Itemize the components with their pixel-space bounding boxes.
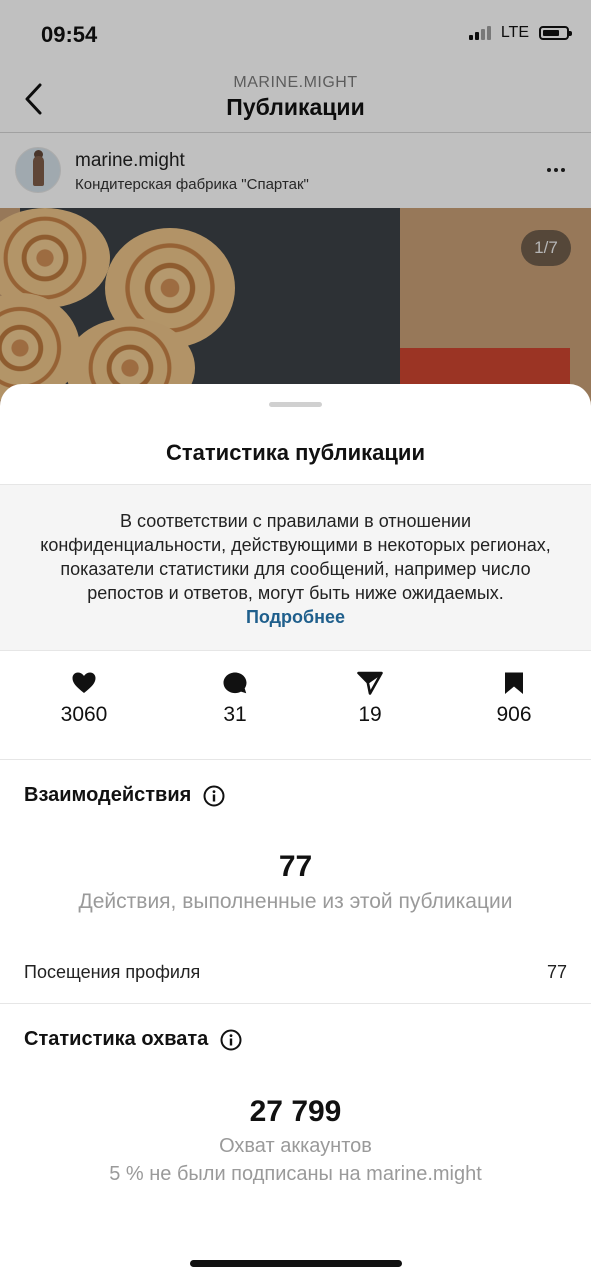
notice-paragraph: В соответствии с правилами в отношении к… (40, 509, 551, 629)
bookmark-icon (505, 672, 523, 694)
profile-visits-row: Посещения профиля 77 (24, 962, 567, 983)
reach-value: 27 799 (249, 1095, 342, 1128)
comments-count: 31 (223, 703, 247, 726)
info-icon[interactable] (203, 785, 225, 807)
section-divider (0, 1003, 591, 1004)
learn-more-link[interactable]: Подробнее (246, 607, 345, 627)
likes-metric: 3060 (24, 671, 144, 727)
home-indicator[interactable] (190, 1260, 402, 1267)
profile-visits-value: 77 (546, 962, 567, 982)
notice-text: В соответствии с правилами в отношении к… (40, 511, 551, 603)
interactions-value: 77 (278, 850, 313, 883)
profile-visits-label: Посещения профиля (24, 962, 201, 982)
interactions-title: Взаимодействия (24, 784, 192, 806)
shares-count: 19 (358, 703, 382, 726)
shares-metric: 19 (310, 671, 430, 727)
likes-count: 3060 (60, 703, 108, 726)
saves-count: 906 (496, 703, 532, 726)
info-icon[interactable] (220, 1029, 242, 1051)
saves-metric: 906 (454, 671, 574, 727)
reach-section-title: Статистика охвата (24, 1028, 242, 1051)
metrics-row: 3060 31 19 906 (0, 651, 591, 760)
reach-title: Статистика охвата (24, 1028, 209, 1050)
sheet-title: Статистика публикации (166, 440, 425, 465)
interactions-caption: Действия, выполненные из этой публикации (78, 890, 513, 913)
reach-subcaption: 5 % не были подписаны на marine.might (109, 1163, 482, 1185)
sheet-drag-handle[interactable] (269, 402, 322, 407)
comments-metric: 31 (175, 671, 295, 727)
insights-sheet: Статистика публикации В соответствии с п… (0, 384, 591, 1280)
heart-icon (72, 672, 96, 693)
reach-caption: Охват аккаунтов (219, 1135, 372, 1157)
interactions-section-title: Взаимодействия (24, 784, 225, 807)
send-icon (357, 671, 383, 695)
privacy-notice: В соответствии с правилами в отношении к… (0, 484, 591, 651)
comment-icon (223, 672, 247, 694)
